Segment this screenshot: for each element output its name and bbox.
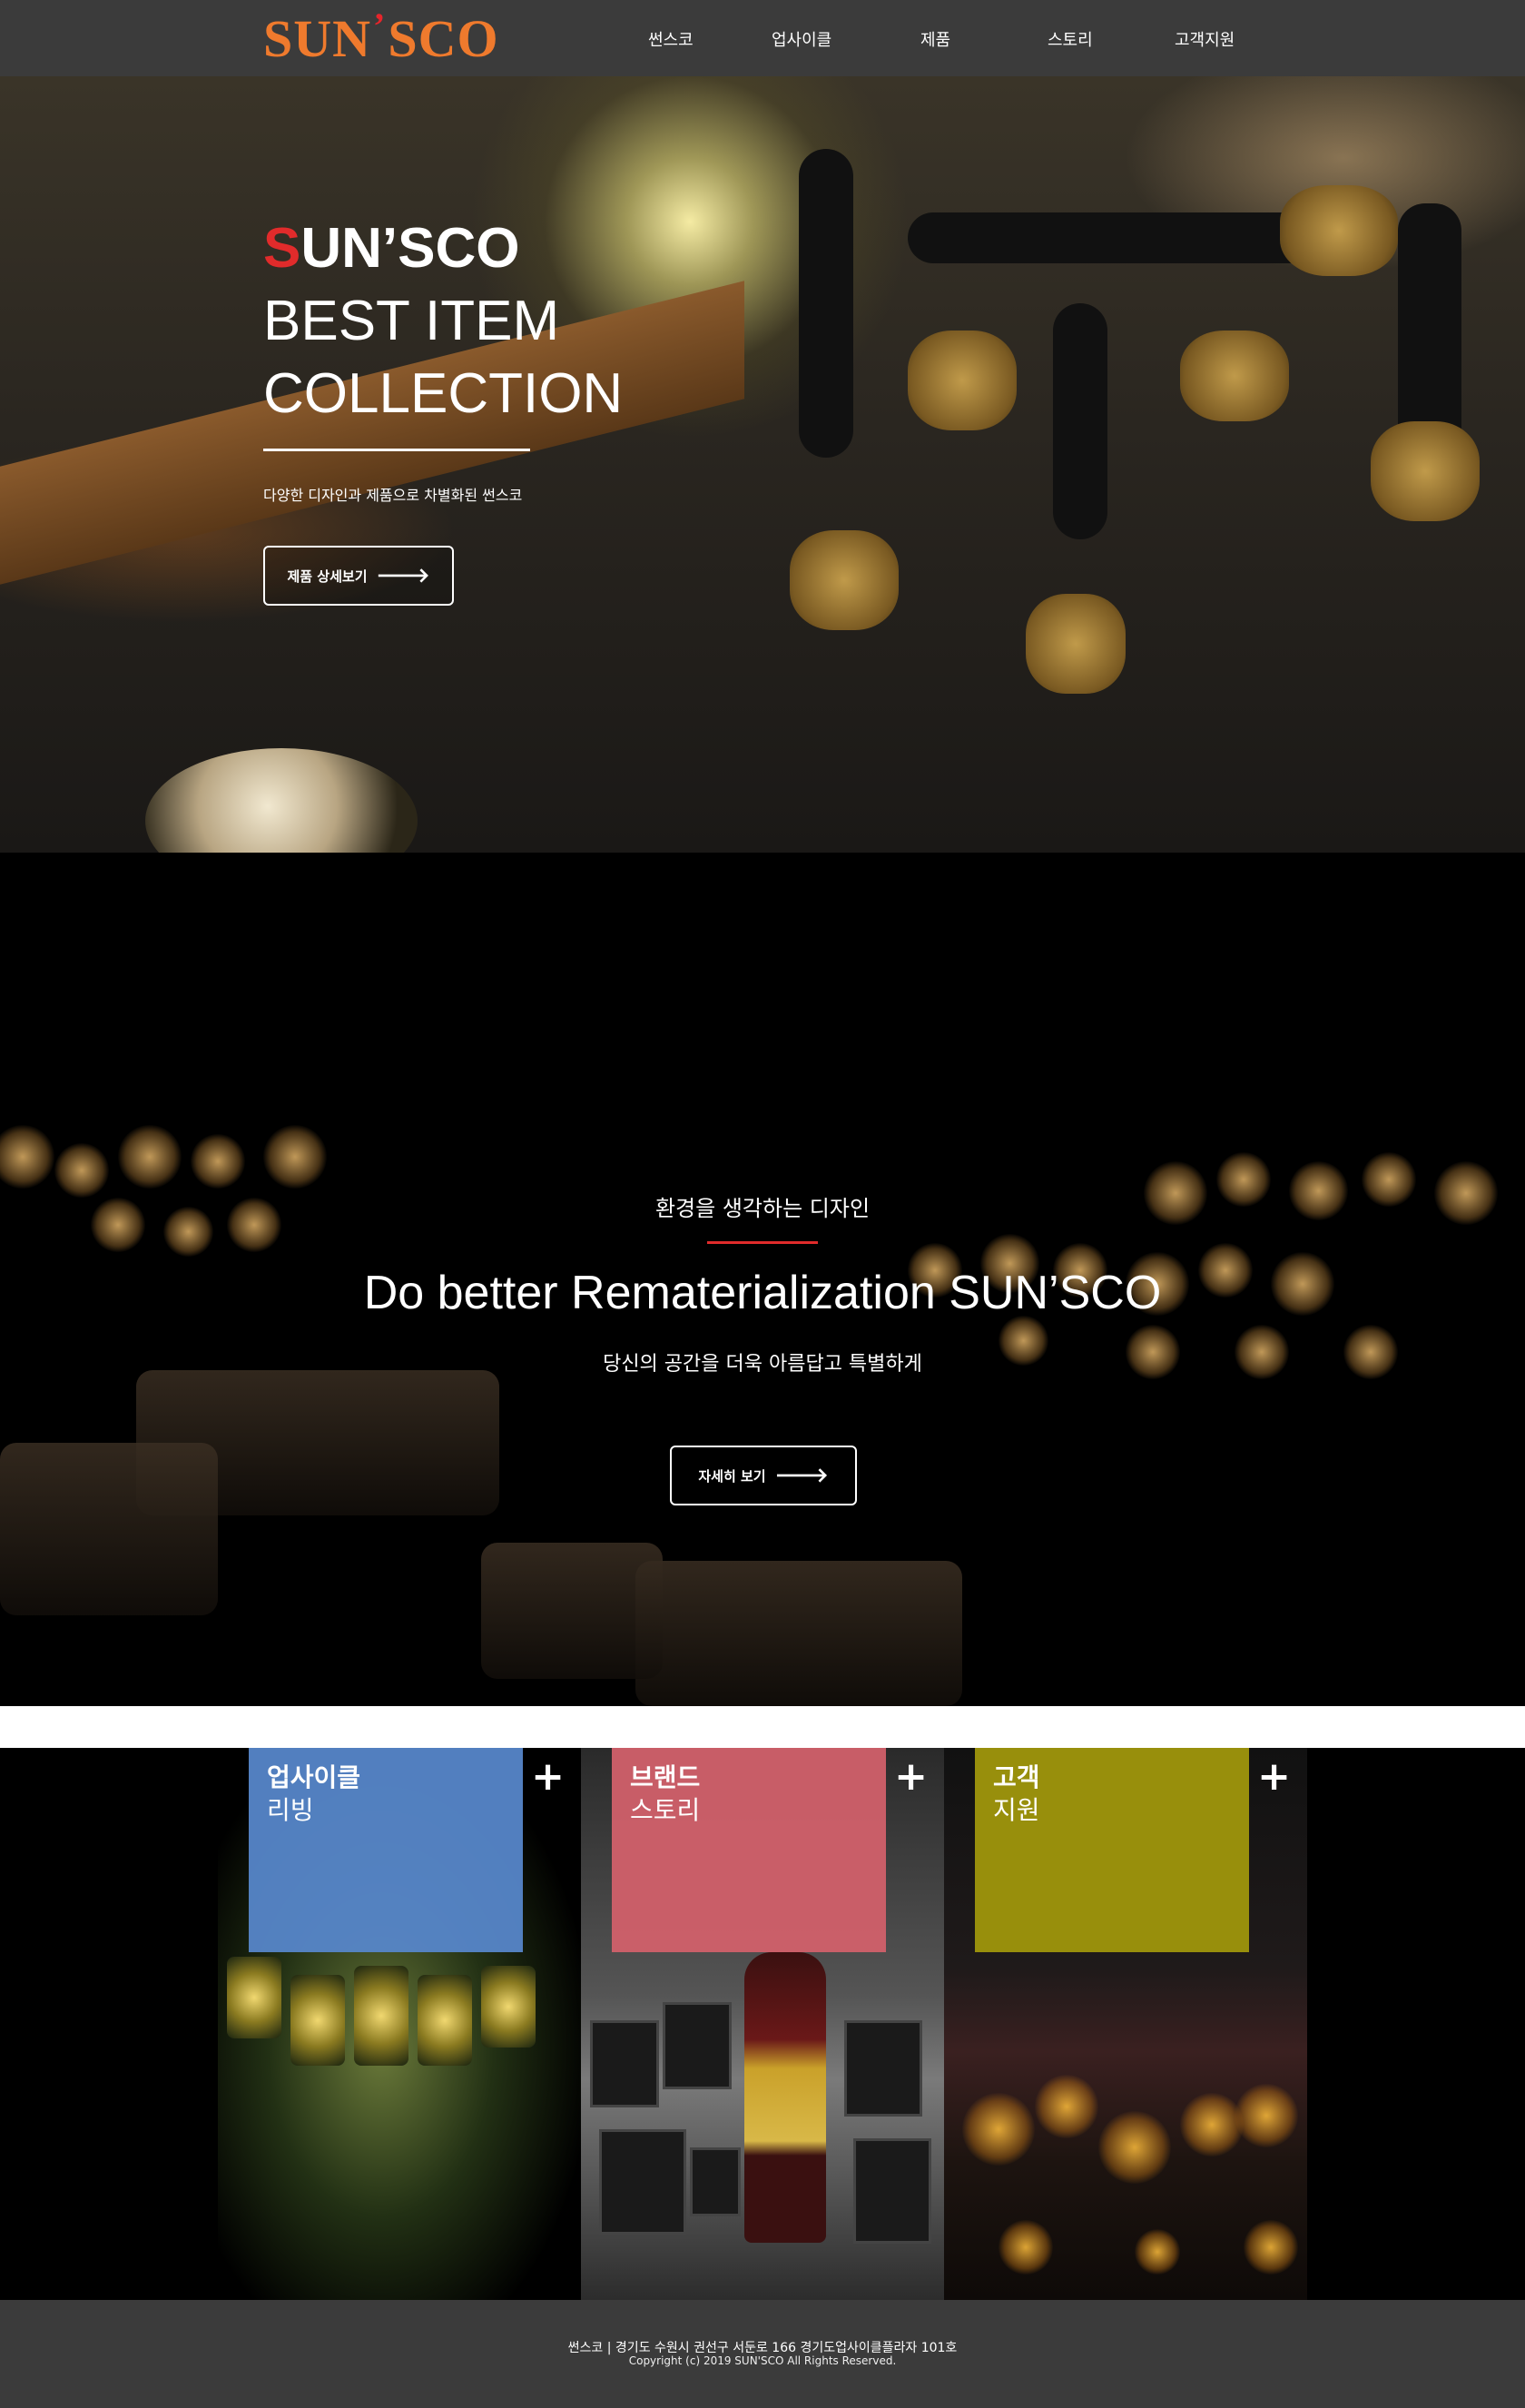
footer-address: 썬스코 | 경기도 수원시 권선구 서둔로 166 경기도업사이클플라자 101…: [567, 2341, 958, 2355]
hero-pipe: [799, 149, 853, 458]
arrow-right-icon: 🡒: [774, 1465, 829, 1487]
menu-item-support[interactable]: 고객지원: [1175, 27, 1235, 51]
product-detail-button[interactable]: 제품 상세보기 🡒: [263, 546, 454, 606]
hero-pipe: [1053, 303, 1107, 539]
card-title: 업사이클: [267, 1762, 361, 1792]
card-title: 고객: [993, 1762, 1040, 1792]
top-navigation: SUN’ SCO 썬스코 업사이클 제품 스토리 고객지원: [0, 0, 1525, 76]
hero-brass-fitting: [1371, 421, 1480, 521]
hero-brass-fitting: [790, 530, 899, 630]
menu-item-sunsco[interactable]: 썬스코: [648, 27, 694, 51]
logo-text-tail: SCO: [388, 8, 499, 68]
sunsco-logo[interactable]: SUN’ SCO: [263, 5, 499, 71]
card-subtitle: 스토리: [630, 1795, 701, 1825]
footer-copyright: Copyright (c) 2019 SUN'SCO All Rights Re…: [628, 2354, 897, 2367]
hero-title: SUN’SCO BEST ITEM COLLECTION: [263, 212, 623, 430]
product-detail-button-label: 제품 상세보기: [287, 567, 368, 585]
logo-tick: ’: [373, 5, 387, 46]
feature-subtitle: 환경을 생각하는 디자인: [654, 1196, 871, 1221]
menu-item-story[interactable]: 스토리: [1048, 27, 1093, 51]
hero-title-line1: UN’SCO: [300, 217, 520, 280]
section-spacer: [0, 1706, 1525, 1748]
footer: 썬스코 | 경기도 수원시 권선구 서둔로 166 경기도업사이클플라자 101…: [0, 2300, 1525, 2408]
learn-more-button[interactable]: 자세히 보기 🡒: [670, 1446, 857, 1505]
card-title: 브랜드: [630, 1762, 701, 1792]
plus-icon[interactable]: +: [1257, 1757, 1291, 1797]
plus-icon[interactable]: +: [894, 1757, 928, 1797]
category-cards: 업사이클 리빙 + 브랜드 스토리 + 고객 지원 +: [0, 1748, 1525, 2300]
menu-item-upcycle[interactable]: 업사이클: [772, 27, 831, 51]
hero-title-red-letter: S: [263, 217, 301, 280]
hero-brass-fitting: [1026, 594, 1126, 694]
hero-title-line3: COLLECTION: [263, 362, 624, 425]
feature-title: Do better Rematerialization SUN’SCO: [363, 1267, 1162, 1319]
card-subtitle: 리빙: [267, 1795, 314, 1825]
hero-pipe: [908, 212, 1325, 263]
menu-item-products[interactable]: 제품: [920, 27, 950, 51]
card-brand-story[interactable]: 브랜드 스토리 +: [581, 1748, 944, 2300]
card-upcycle-living[interactable]: 업사이클 리빙 +: [218, 1748, 581, 2300]
card-customer-support[interactable]: 고객 지원 +: [944, 1748, 1307, 2300]
hero-description: 다양한 디자인과 제품으로 차별화된 썬스코: [263, 487, 523, 504]
hero-banner: SUN’SCO BEST ITEM COLLECTION 다양한 디자인과 제품…: [0, 76, 1525, 853]
feature-description: 당신의 공간을 더욱 아름답고 특별하게: [603, 1353, 922, 1376]
learn-more-button-label: 자세히 보기: [698, 1467, 766, 1485]
feature-section: 환경을 생각하는 디자인 Do better Rematerialization…: [0, 853, 1525, 1706]
feature-red-divider: [707, 1241, 818, 1244]
hero-brass-fitting: [1180, 331, 1289, 421]
hero-brass-fitting: [1280, 185, 1398, 276]
hero-brass-fitting: [908, 331, 1017, 430]
arrow-right-icon: 🡒: [376, 565, 430, 587]
card-subtitle: 지원: [993, 1795, 1040, 1825]
hero-divider: [263, 449, 530, 451]
hero-bottle: [145, 748, 418, 853]
logo-text-main: SUN: [263, 8, 372, 68]
wine-bottle: [744, 1952, 826, 2243]
plus-icon[interactable]: +: [531, 1757, 565, 1797]
hero-title-line2: BEST ITEM: [263, 290, 560, 352]
